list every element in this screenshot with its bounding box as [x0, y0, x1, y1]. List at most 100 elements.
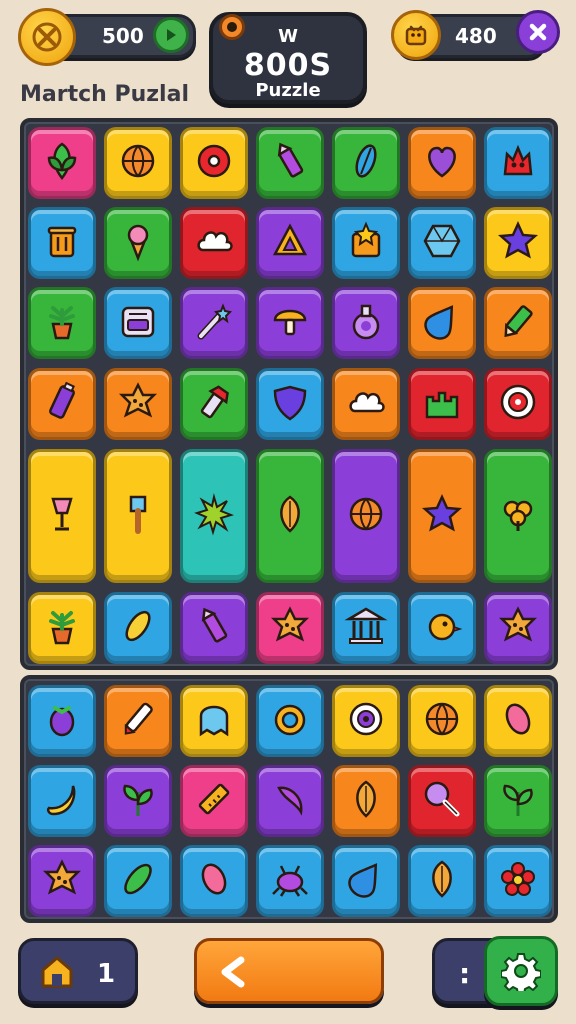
ghost-icon: [193, 698, 235, 744]
bottom-tile-r3-c7[interactable]: [484, 845, 552, 917]
bottom-tile-r3-c4[interactable]: [256, 845, 324, 917]
top-tile-r2-c3[interactable]: [180, 207, 248, 279]
game-board-top: [20, 118, 558, 670]
leaf-drop-icon: [345, 778, 387, 824]
top-tile-r2-c7[interactable]: [484, 207, 552, 279]
top-tile-r3-c5[interactable]: [332, 287, 400, 359]
top-tile-r2-c4[interactable]: [256, 207, 324, 279]
top-tile-r4-c2[interactable]: [104, 368, 172, 440]
play-button[interactable]: [153, 17, 189, 53]
top-tile-r1-c1[interactable]: [28, 127, 96, 199]
bottom-tile-r1-c4[interactable]: [256, 685, 324, 757]
top-tile-r5-c3[interactable]: [180, 449, 248, 583]
top-tile-r1-c7[interactable]: [484, 127, 552, 199]
bottom-tile-r3-c5[interactable]: [332, 845, 400, 917]
top-tile-r1-c4[interactable]: [256, 127, 324, 199]
treasure-icon[interactable]: [391, 10, 441, 60]
right-coin-count: 480: [455, 24, 497, 48]
bottom-tile-r2-c5[interactable]: [332, 765, 400, 837]
bean-icon: [193, 858, 235, 904]
top-tile-r2-c2[interactable]: [104, 207, 172, 279]
wand-icon: [193, 300, 235, 346]
top-tile-r4-c4[interactable]: [256, 368, 324, 440]
settings-button[interactable]: [484, 936, 558, 1006]
back-arrow-icon: [221, 956, 245, 988]
top-tile-r6-c3[interactable]: [180, 592, 248, 664]
plant-icon: [41, 605, 83, 651]
top-tile-r5-c5[interactable]: [332, 449, 400, 583]
bottom-tile-r1-c5[interactable]: [332, 685, 400, 757]
top-tile-r6-c2[interactable]: [104, 592, 172, 664]
potion-icon: [345, 300, 387, 346]
top-tile-r5-c7[interactable]: [484, 449, 552, 583]
lamp-icon: [41, 493, 83, 539]
bottom-tile-r1-c2[interactable]: [104, 685, 172, 757]
bottom-tile-r3-c6[interactable]: [408, 845, 476, 917]
leaf-drop-icon: [269, 493, 311, 539]
pickle-icon: [117, 858, 159, 904]
top-tile-r3-c2[interactable]: [104, 287, 172, 359]
game-board-bottom: [20, 675, 558, 923]
coin-icon[interactable]: [18, 8, 76, 66]
bottom-tile-r2-c1[interactable]: [28, 765, 96, 837]
ruler-icon: [193, 778, 235, 824]
back-button[interactable]: [194, 938, 384, 1004]
flower-icon: [497, 858, 539, 904]
cookie-icon: [269, 605, 311, 651]
top-tile-r1-c2[interactable]: [104, 127, 172, 199]
top-tile-r5-c2[interactable]: [104, 449, 172, 583]
top-tile-r6-c4[interactable]: [256, 592, 324, 664]
game-name: Martch Puzlal: [20, 82, 189, 107]
bottom-tile-r3-c2[interactable]: [104, 845, 172, 917]
bottom-tile-r1-c1[interactable]: [28, 685, 96, 757]
temple-icon: [344, 605, 388, 651]
top-tile-r3-c7[interactable]: [484, 287, 552, 359]
top-tile-r3-c6[interactable]: [408, 287, 476, 359]
top-tile-r2-c5[interactable]: [332, 207, 400, 279]
bottom-tile-r3-c3[interactable]: [180, 845, 248, 917]
pencil-icon: [497, 300, 539, 346]
top-tile-r6-c5[interactable]: [332, 592, 400, 664]
lollipop-icon: [421, 778, 463, 824]
bottom-tile-r2-c6[interactable]: [408, 765, 476, 837]
splat-icon: [193, 493, 235, 539]
ball-icon: [117, 140, 159, 186]
left-coin-count: 500: [102, 24, 144, 48]
bottom-tile-r1-c7[interactable]: [484, 685, 552, 757]
top-tile-r6-c7[interactable]: [484, 592, 552, 664]
top-tile-r4-c6[interactable]: [408, 368, 476, 440]
top-tile-r5-c1[interactable]: [28, 449, 96, 583]
top-tile-r1-c6[interactable]: [408, 127, 476, 199]
feather-icon: [345, 140, 387, 186]
top-tile-r1-c5[interactable]: [332, 127, 400, 199]
bottom-tile-r2-c7[interactable]: [484, 765, 552, 837]
top-tile-r5-c4[interactable]: [256, 449, 324, 583]
home-button[interactable]: 1: [18, 938, 138, 1004]
bottom-tile-r2-c4[interactable]: [256, 765, 324, 837]
top-tile-r5-c6[interactable]: [408, 449, 476, 583]
bottom-tile-r3-c1[interactable]: [28, 845, 96, 917]
bottom-tile-r2-c3[interactable]: [180, 765, 248, 837]
monster-icon: [497, 140, 539, 186]
bottom-tile-r2-c2[interactable]: [104, 765, 172, 837]
top-tile-r4-c3[interactable]: [180, 368, 248, 440]
top-tile-r4-c1[interactable]: [28, 368, 96, 440]
top-tile-r3-c1[interactable]: [28, 287, 96, 359]
donut-icon: [193, 140, 235, 186]
top-tile-r4-c7[interactable]: [484, 368, 552, 440]
top-tile-r6-c6[interactable]: [408, 592, 476, 664]
bottom-tile-r1-c6[interactable]: [408, 685, 476, 757]
top-tile-r1-c3[interactable]: [180, 127, 248, 199]
top-tile-r6-c1[interactable]: [28, 592, 96, 664]
top-tile-r2-c1[interactable]: [28, 207, 96, 279]
top-tile-r3-c3[interactable]: [180, 287, 248, 359]
cloud-icon: [345, 381, 387, 427]
top-tile-r3-c4[interactable]: [256, 287, 324, 359]
top-tile-r4-c5[interactable]: [332, 368, 400, 440]
gear-icon: [501, 953, 541, 991]
cookie-icon: [117, 381, 159, 427]
top-tile-r2-c6[interactable]: [408, 207, 476, 279]
pen-icon: [117, 698, 159, 744]
bottom-tile-r1-c3[interactable]: [180, 685, 248, 757]
close-button[interactable]: [516, 10, 560, 54]
